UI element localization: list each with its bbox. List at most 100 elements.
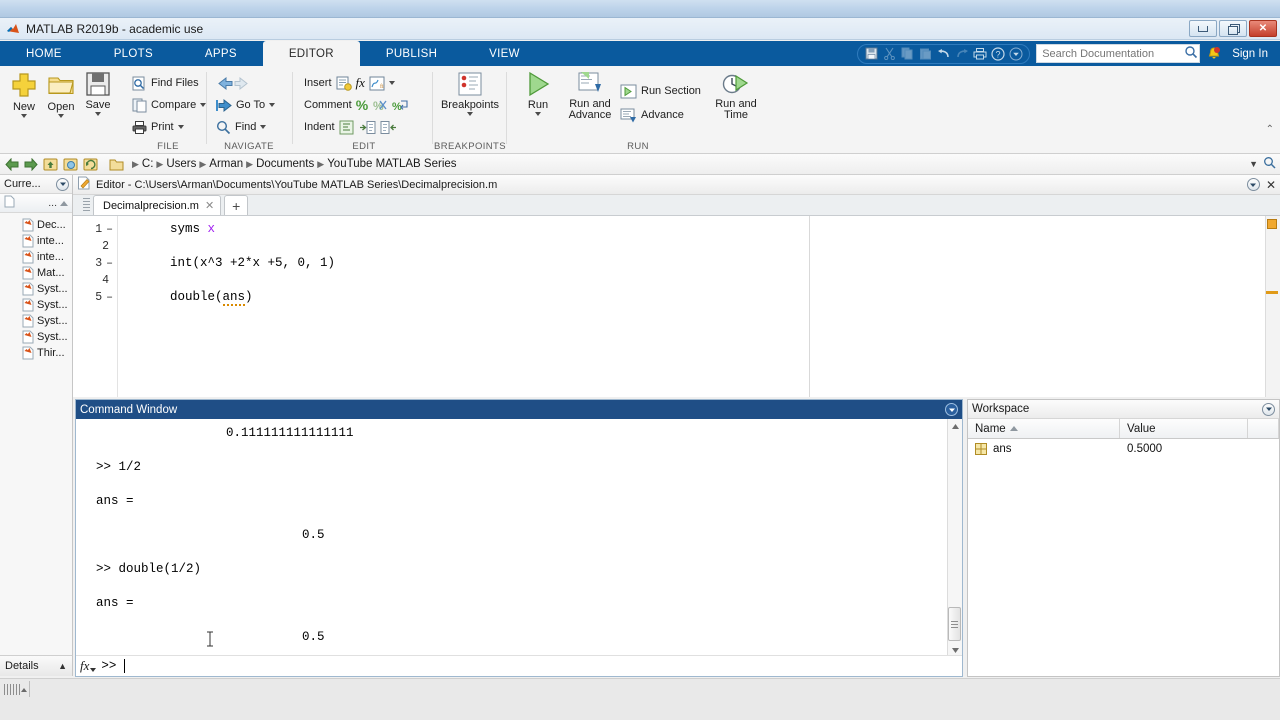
breadcrumb-item-4[interactable]: YouTube MATLAB Series	[327, 158, 456, 170]
chevron-down-icon[interactable]: ▼	[1249, 159, 1258, 169]
search-documentation-box[interactable]	[1036, 44, 1201, 63]
list-item[interactable]: inte...	[0, 233, 72, 249]
tab-home[interactable]: HOME	[0, 41, 88, 66]
editor-analyzer-bar[interactable]	[1265, 216, 1280, 397]
insert-icon[interactable]	[336, 76, 352, 91]
indent-left-icon[interactable]	[380, 120, 397, 135]
uncomment-icon[interactable]: %	[372, 98, 388, 113]
tab-editor[interactable]: EDITOR	[262, 41, 360, 66]
chevron-down-icon[interactable]	[177, 125, 184, 129]
list-item[interactable]: Mat...	[0, 265, 72, 281]
run-and-time-button[interactable]: Run and Time	[708, 70, 764, 121]
goto-button[interactable]: Go To	[216, 94, 276, 116]
scroll-up-icon[interactable]	[948, 419, 962, 433]
list-item[interactable]: Syst...	[0, 281, 72, 297]
details-panel-bar[interactable]: Details ▲	[0, 655, 73, 676]
executable-marker[interactable]: –	[106, 223, 113, 236]
insert-function-icon[interactable]: fi	[369, 76, 385, 91]
editor-code-area[interactable]: 1 – 2 3 – 4 5 – syms x int(x^3 +2*x +5, …	[73, 216, 1280, 397]
command-window-prompt-row[interactable]: fx >>	[76, 655, 962, 676]
column-header-extra[interactable]	[1248, 419, 1279, 438]
breakpoints-button[interactable]: Breakpoints	[441, 70, 499, 116]
list-item[interactable]: Dec...	[0, 217, 72, 233]
list-item[interactable]: Syst...	[0, 329, 72, 345]
advance-button[interactable]: Advance	[620, 104, 684, 126]
tab-apps[interactable]: APPS	[179, 41, 263, 66]
command-input-caret[interactable]	[124, 659, 126, 673]
column-header-value[interactable]: Value	[1120, 419, 1248, 438]
indent-button[interactable]: Indent	[304, 116, 397, 138]
search-icon[interactable]	[1184, 45, 1198, 62]
breadcrumb-item-1[interactable]: Users	[166, 158, 196, 170]
chevron-down-icon[interactable]	[21, 114, 27, 118]
cut-icon[interactable]	[882, 46, 897, 61]
sign-in-link[interactable]: Sign In	[1228, 48, 1272, 60]
tab-publish[interactable]: PUBLISH	[360, 41, 463, 66]
chevron-down-icon[interactable]	[535, 112, 541, 116]
tab-plots[interactable]: PLOTS	[88, 41, 179, 66]
chevron-down-icon[interactable]	[58, 114, 64, 118]
redo-icon[interactable]	[954, 46, 969, 61]
forward-arrow-icon[interactable]	[23, 157, 38, 172]
bell-icon[interactable]	[1206, 46, 1222, 62]
new-button[interactable]: New	[4, 70, 44, 118]
browse-folder-icon[interactable]	[62, 157, 78, 172]
column-header-name[interactable]: Name	[968, 419, 1120, 438]
resize-grip-icon[interactable]	[4, 684, 20, 695]
refresh-folder-icon[interactable]	[82, 157, 98, 172]
open-button[interactable]: Open	[41, 70, 81, 118]
back-arrow-icon[interactable]	[4, 157, 19, 172]
chevron-up-icon[interactable]: ▲	[58, 661, 67, 671]
run-section-button[interactable]: Run Section	[620, 80, 701, 102]
find-button[interactable]: Find	[216, 116, 267, 138]
tab-view[interactable]: VIEW	[463, 41, 546, 66]
ribbon-expand-icon[interactable]: ⌃	[1266, 124, 1274, 135]
editor-tab-decimalprecision[interactable]: Decimalprecision.m ✕	[93, 195, 222, 215]
copy-icon[interactable]	[900, 46, 915, 61]
search-icon[interactable]	[1263, 156, 1276, 172]
command-window-scrollbar[interactable]	[947, 419, 962, 657]
list-item[interactable]: Thir...	[0, 345, 72, 361]
print-icon[interactable]	[972, 46, 987, 61]
code-analyzer-warning-marker[interactable]	[1266, 291, 1278, 294]
undo-icon[interactable]	[936, 46, 951, 61]
breadcrumb-item-0[interactable]: C:	[142, 158, 154, 170]
save-button[interactable]: Save	[78, 70, 118, 116]
search-input[interactable]	[1042, 47, 1185, 60]
comment-button[interactable]: Comment % % %	[304, 94, 409, 116]
table-row[interactable]: ans 0.5000	[968, 439, 1279, 459]
command-window-output[interactable]: 0.111111111111111 >> 1/2 ans = 0.5 >> do…	[76, 419, 962, 657]
list-item[interactable]: Syst...	[0, 313, 72, 329]
panel-menu-icon[interactable]	[945, 403, 958, 416]
list-item[interactable]: Syst...	[0, 297, 72, 313]
customize-icon[interactable]	[1008, 46, 1023, 61]
chevron-down-icon[interactable]	[260, 125, 267, 129]
compare-button[interactable]: Compare	[132, 94, 207, 116]
chevron-down-icon[interactable]	[388, 81, 395, 85]
current-folder-column-header[interactable]: ...	[0, 194, 72, 213]
fx-icon[interactable]: fx	[80, 658, 97, 674]
up-folder-icon[interactable]	[42, 157, 58, 172]
indent-icon[interactable]	[339, 120, 355, 135]
navigate-back-forward[interactable]	[216, 72, 254, 94]
save-icon[interactable]	[864, 46, 879, 61]
close-icon[interactable]: ✕	[205, 199, 214, 212]
executable-marker[interactable]: –	[106, 257, 113, 270]
new-tab-button[interactable]: +	[224, 195, 249, 215]
help-icon[interactable]: ?	[990, 46, 1005, 61]
sort-asc-icon[interactable]	[60, 200, 68, 206]
list-item[interactable]: inte...	[0, 249, 72, 265]
sort-asc-icon[interactable]	[1009, 426, 1018, 431]
chevron-down-icon[interactable]	[95, 112, 101, 116]
code-analyzer-warning-icon[interactable]	[1267, 219, 1277, 229]
restore-button[interactable]	[1219, 20, 1247, 37]
editor-split-divider[interactable]	[809, 216, 810, 397]
chevron-down-icon[interactable]	[467, 112, 473, 116]
run-and-advance-button[interactable]: Run and Advance	[562, 70, 618, 121]
executable-marker[interactable]: –	[106, 291, 113, 304]
panel-menu-icon[interactable]	[1262, 402, 1275, 416]
insert-button[interactable]: Insert fx fi	[304, 72, 395, 94]
minimize-button[interactable]	[1189, 20, 1217, 37]
breadcrumb-item-3[interactable]: Documents	[256, 158, 314, 170]
editor-code-lines[interactable]: syms x int(x^3 +2*x +5, 0, 1) double(ans…	[118, 216, 1280, 397]
